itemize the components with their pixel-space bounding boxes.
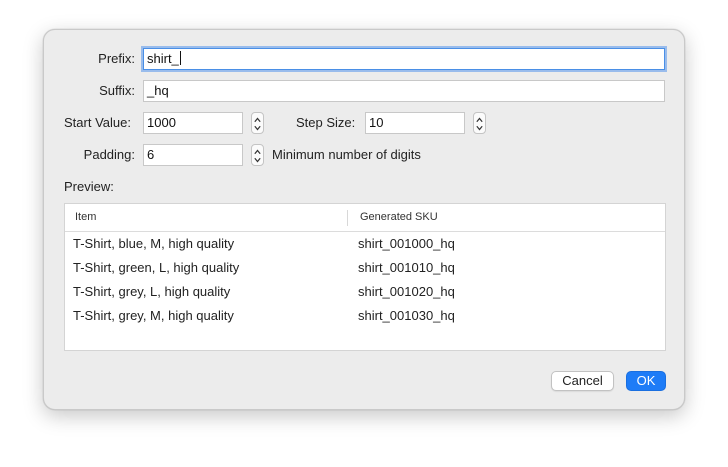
table-row[interactable]: T-Shirt, blue, M, high quality shirt_001… (65, 232, 665, 256)
ok-button[interactable]: OK (626, 371, 666, 391)
prefix-input-value: shirt_ (147, 51, 179, 66)
column-header-item[interactable]: Item (75, 204, 96, 231)
chevron-up-icon (254, 117, 261, 123)
preview-table[interactable]: Item Generated SKU T-Shirt, blue, M, hig… (64, 203, 666, 351)
chevron-up-icon (254, 149, 261, 155)
sku-cell: shirt_001000_hq (358, 236, 455, 251)
table-row[interactable]: T-Shirt, green, L, high quality shirt_00… (65, 256, 665, 280)
padding-input[interactable]: 6 (143, 144, 243, 166)
prefix-input[interactable]: shirt_ (143, 48, 665, 70)
chevron-down-icon (476, 125, 483, 131)
item-cell: T-Shirt, blue, M, high quality (73, 236, 235, 251)
column-divider[interactable] (347, 210, 348, 226)
step-size-label: Step Size: (296, 115, 356, 130)
start-value-stepper[interactable] (251, 112, 264, 134)
sku-cell: shirt_001030_hq (358, 308, 455, 323)
padding-input-value: 6 (147, 147, 155, 162)
item-cell: T-Shirt, grey, L, high quality (73, 284, 231, 299)
chevron-down-icon (254, 125, 261, 131)
start-value-label: Start Value: (64, 115, 131, 130)
sku-cell: shirt_001020_hq (358, 284, 455, 299)
suffix-label: Suffix: (99, 83, 135, 98)
step-size-stepper[interactable] (473, 112, 486, 134)
item-cell: T-Shirt, grey, M, high quality (73, 308, 234, 323)
sku-generator-dialog: Prefix: shirt_ Suffix: _hq Start Value: … (43, 29, 685, 410)
table-row[interactable]: T-Shirt, grey, M, high quality shirt_001… (65, 304, 665, 328)
prefix-label: Prefix: (98, 51, 135, 66)
start-value-input-value: 1000 (147, 115, 176, 130)
column-header-generated-sku[interactable]: Generated SKU (360, 204, 438, 231)
padding-stepper[interactable] (251, 144, 264, 166)
padding-hint: Minimum number of digits (272, 147, 421, 162)
chevron-down-icon (254, 157, 261, 163)
start-value-input[interactable]: 1000 (143, 112, 243, 134)
step-size-input[interactable]: 10 (365, 112, 465, 134)
step-size-input-value: 10 (369, 115, 384, 130)
suffix-input-value: _hq (147, 83, 169, 98)
preview-label: Preview: (64, 179, 114, 194)
text-caret (179, 51, 181, 65)
sku-cell: shirt_001010_hq (358, 260, 455, 275)
table-row[interactable]: T-Shirt, grey, L, high quality shirt_001… (65, 280, 665, 304)
chevron-up-icon (476, 117, 483, 123)
item-cell: T-Shirt, green, L, high quality (73, 260, 240, 275)
padding-label: Padding: (83, 147, 135, 162)
suffix-input[interactable]: _hq (143, 80, 665, 102)
preview-table-header: Item Generated SKU (65, 204, 665, 232)
cancel-button[interactable]: Cancel (551, 371, 614, 391)
